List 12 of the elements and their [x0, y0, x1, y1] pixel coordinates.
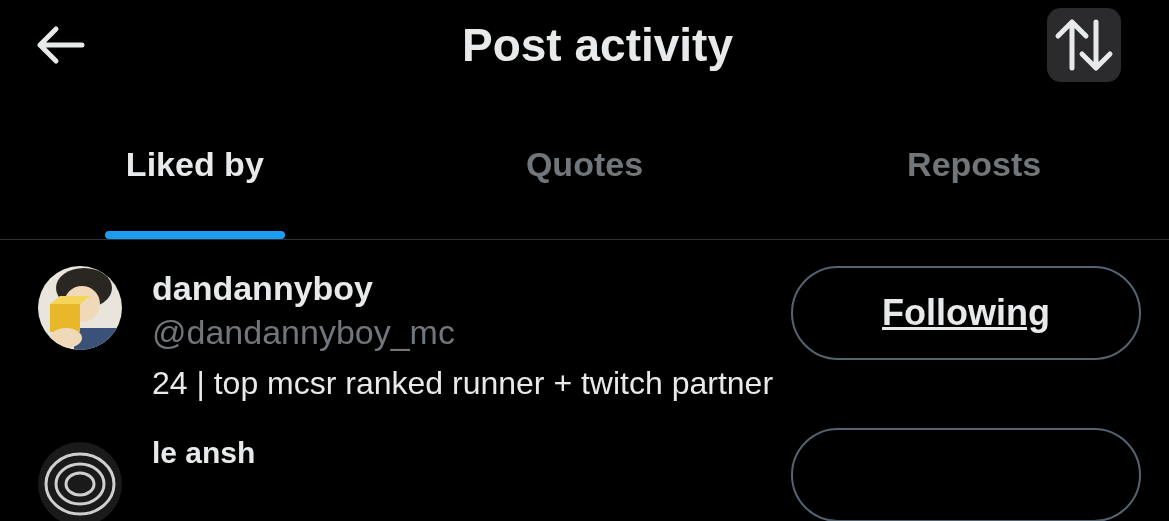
following-button[interactable]	[791, 428, 1141, 521]
tab[interactable]: Reposts	[779, 90, 1169, 239]
user-name: dandannyboy	[152, 268, 375, 309]
following-button[interactable]: Following	[791, 266, 1141, 360]
user-bio: 24 | top mcsr ranked runner + twitch partner	[152, 364, 775, 403]
page-title: Post activity	[462, 17, 733, 73]
tab[interactable]: Liked by	[0, 90, 390, 239]
sort-button[interactable]	[1047, 8, 1121, 82]
sort-arrows-icon	[1054, 18, 1114, 72]
tab[interactable]: Quotes	[389, 90, 780, 239]
user-name: le ansh	[152, 436, 256, 470]
user-handle: @dandannyboy_mc	[152, 312, 455, 353]
